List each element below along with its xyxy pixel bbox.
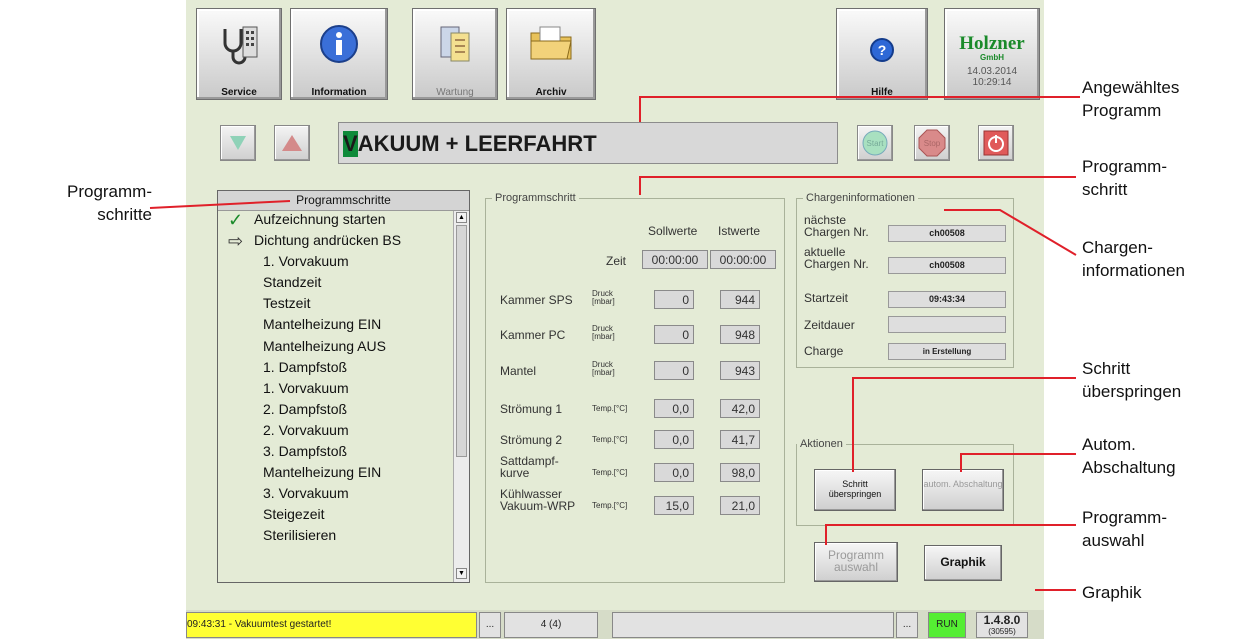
- callout-angewaehltes-programm: Angewähltes Programm: [1082, 78, 1180, 120]
- callout-line-program: [639, 96, 1080, 122]
- callout-chargeninformationen: Chargen- informationen: [1082, 238, 1186, 280]
- callout-programmschritt: Programm- schritt: [1082, 157, 1168, 199]
- callout-line-chargen: [944, 209, 1077, 256]
- annotated-screenshot: Service Information Wartung Archiv ? Hil…: [0, 0, 1252, 639]
- callout-schritt-ueberspringen: Schritt überspringen: [1082, 359, 1182, 401]
- callout-programmschritte: Programm- schritte: [66, 182, 152, 224]
- callout-line-autom: [960, 453, 1076, 472]
- callout-line-programmauswahl: [825, 524, 1076, 545]
- callout-line-schritt: [852, 377, 1076, 472]
- callout-programmauswahl: Programm- auswahl: [1082, 508, 1168, 550]
- callout-lines: [149, 96, 1080, 591]
- callout-line-programmschritt: [639, 176, 1076, 195]
- callout-line-programmschritte: [149, 200, 291, 209]
- callout-autom-abschaltung: Autom. Abschaltung: [1082, 435, 1176, 477]
- callout-graphik: Graphik: [1082, 583, 1142, 602]
